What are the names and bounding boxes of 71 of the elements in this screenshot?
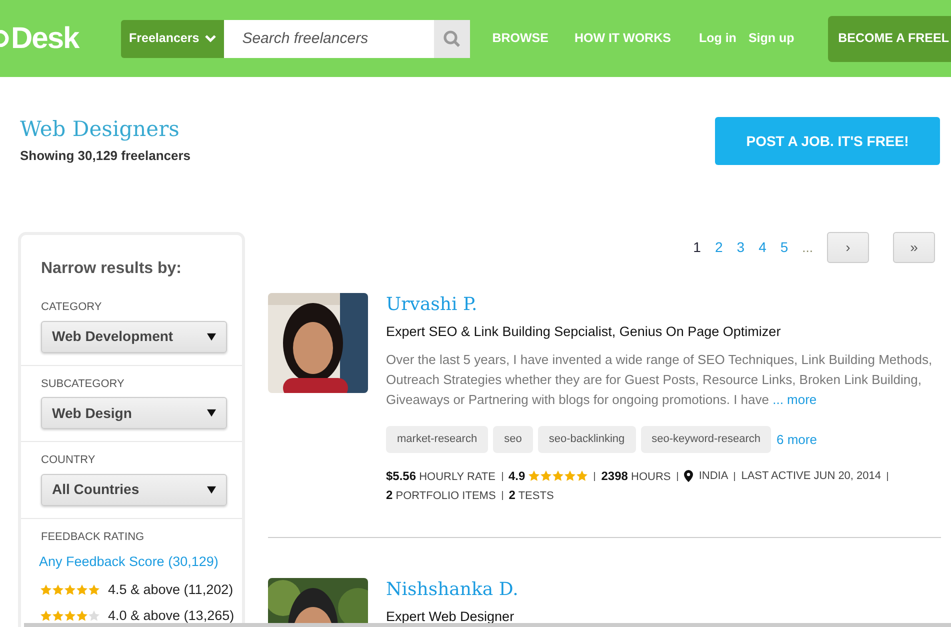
freelancer-name[interactable]: Urvashi P. (386, 294, 478, 315)
skill-tag[interactable]: seo (493, 426, 533, 453)
feedback-option[interactable]: 4.0 & above (13,265) (108, 606, 234, 626)
become-freelancer-button[interactable]: BECOME A FREEL (828, 16, 951, 62)
star-icon (564, 470, 576, 482)
search-icon (443, 30, 462, 48)
filter-label: CATEGORY (41, 300, 103, 315)
filter-dropdown[interactable]: Web Development (41, 320, 227, 352)
rating-score: 4.9 (508, 468, 526, 486)
feedback-option[interactable]: Any Feedback Score (30,129) (39, 552, 218, 572)
freelancer-name[interactable]: Nishshanka D. (386, 578, 518, 600)
nav-link[interactable]: Sign up (748, 29, 794, 48)
filter-label: COUNTRY (41, 453, 96, 468)
tests-count: 2 TESTS (508, 486, 554, 504)
feedback-option[interactable]: 4.5 & above (11,202) (108, 580, 234, 600)
nav-link[interactable]: Log in (698, 29, 736, 48)
nav-link[interactable]: HOW IT WORKS (574, 29, 671, 48)
star-icon (64, 584, 76, 596)
star-icon (88, 610, 100, 622)
last-active: LAST ACTIVE JUN 20, 2014 (741, 469, 882, 484)
country: INDIA (698, 469, 728, 484)
dropdown-arrow-icon (207, 486, 216, 494)
star-icon (528, 470, 540, 482)
nav-link[interactable]: BROWSE (492, 29, 548, 48)
post-job-button[interactable]: POST A JOB. IT'S FREE! (715, 117, 940, 165)
page-title: Web Designers (20, 117, 180, 142)
filter-label: SUBCATEGORY (41, 376, 126, 392)
dropdown-arrow-icon (207, 332, 216, 340)
logo[interactable]: Desk (0, 16, 121, 61)
more-link[interactable]: ... more (772, 392, 817, 408)
search-button[interactable] (434, 20, 470, 58)
page-link[interactable]: 2 (714, 237, 723, 258)
page-link[interactable]: 1 (693, 237, 701, 258)
search-field[interactable]: Search freelancers (224, 20, 434, 58)
star-icon (52, 610, 64, 622)
freelancer-description: Over the last 5 years, I have invented a wide range of SEO Techniques, Link Building Methods, Outreach Strategies whether they are for Guest Posts, Resource Links, Broken Link Building, Giveaways or Partnering with blogs for ongoing promotions. I have ... more (386, 351, 934, 410)
page-link[interactable]: 4 (758, 237, 766, 258)
results-count: Showing 30,129 freelancers (20, 147, 191, 166)
filter-dropdown[interactable]: All Countries (41, 474, 227, 506)
page-link[interactable]: 5 (780, 237, 788, 258)
star-icon (76, 584, 88, 596)
next-page-button[interactable]: › (827, 232, 869, 263)
star-icon (76, 610, 88, 622)
last-page-button[interactable]: » (893, 232, 935, 263)
panel-heading: Narrow results by: (41, 259, 182, 279)
star-icon (52, 584, 64, 596)
chevron-icon (205, 34, 216, 42)
skill-tag[interactable]: seo-keyword-research (640, 426, 772, 453)
scrollbar[interactable] (24, 623, 951, 627)
star-icon (40, 584, 52, 596)
portfolio-count: 2 PORTFOLIO ITEMS (386, 486, 496, 504)
star-icon (64, 610, 76, 622)
category-dropdown[interactable]: Freelancers (121, 20, 224, 58)
filter-dropdown[interactable]: Web Design (41, 397, 227, 429)
star-icon (552, 470, 564, 482)
hourly-rate: $5.56 HOURLY RATE (386, 468, 496, 485)
page-link[interactable]: 3 (736, 237, 745, 258)
star-icon (88, 584, 100, 596)
skill-tag[interactable]: seo-backlinking (538, 426, 636, 453)
star-icon (576, 470, 588, 482)
skill-tag[interactable]: market-research (386, 426, 488, 453)
location-pin-icon (684, 470, 693, 482)
freelancer-title: Expert Web Designer (386, 608, 516, 626)
ellipsis: ... (802, 238, 813, 257)
more-tags-link[interactable]: 6 more (776, 430, 817, 450)
hours-worked: 2398 HOURS (601, 468, 671, 485)
star-icon (40, 610, 52, 622)
star-icon (540, 470, 552, 482)
dropdown-arrow-icon (207, 409, 216, 417)
freelancer-title: Expert SEO & Link Building Sepcialist, Genius On Page Optimizer (386, 323, 782, 341)
filter-label: FEEDBACK RATING (41, 530, 146, 544)
